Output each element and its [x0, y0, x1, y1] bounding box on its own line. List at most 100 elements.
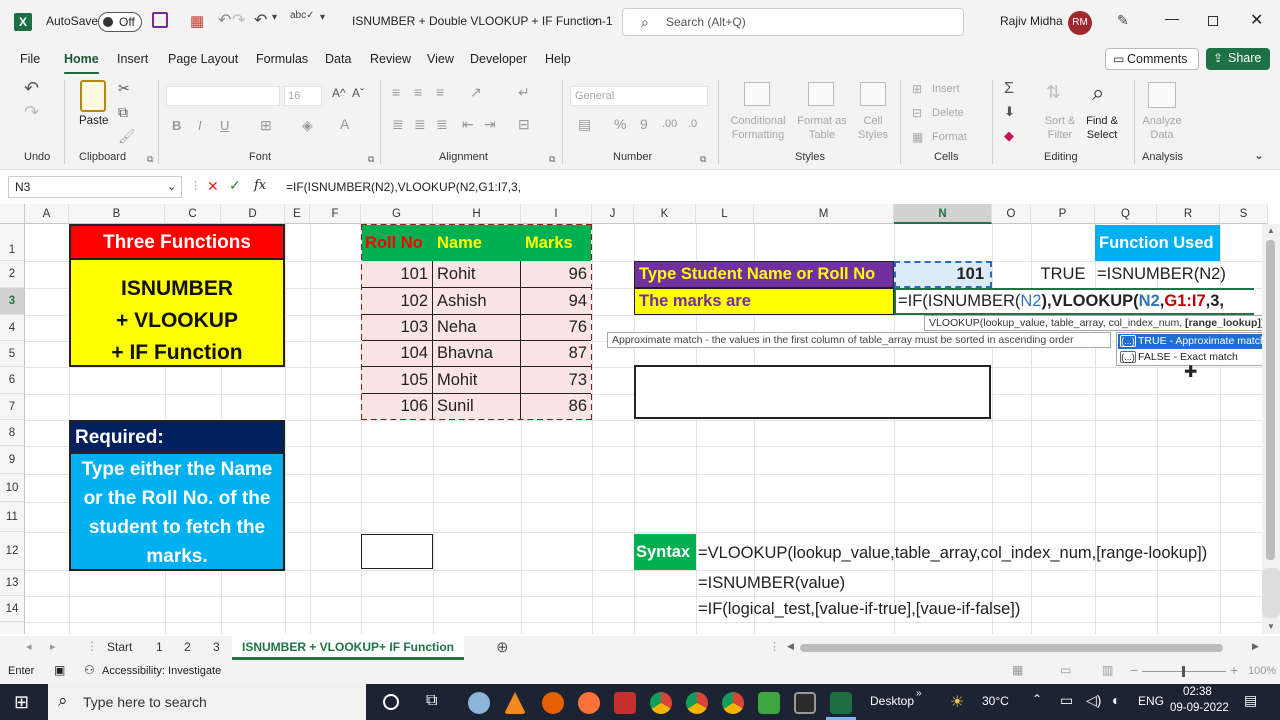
column-header-g[interactable]: G [361, 204, 433, 224]
align-center-icon[interactable]: ≣ [414, 116, 426, 133]
accessibility-icon[interactable]: ⚇ [84, 663, 95, 677]
column-header-i[interactable]: I [521, 204, 592, 224]
language[interactable]: ENG [1138, 694, 1164, 708]
clock-date[interactable]: 09-09-2022 [1170, 702, 1229, 714]
column-header-e[interactable]: E [285, 204, 310, 224]
insert-function-icon[interactable]: fx [254, 178, 266, 193]
orientation-icon[interactable]: ↗ [470, 84, 482, 101]
row-header-5[interactable]: 5 [0, 341, 25, 367]
insert-cells-label[interactable]: Insert [932, 83, 960, 95]
dropdown-icon[interactable]: ▾ [272, 12, 277, 23]
option-true[interactable]: (...) TRUE - Approximate match [1118, 334, 1266, 349]
sheet-tab-2[interactable]: 2 [184, 640, 191, 654]
column-header-d[interactable]: D [221, 204, 285, 224]
clock-time[interactable]: 02:38 [1183, 686, 1212, 698]
undo2-icon[interactable]: ↶ [254, 10, 267, 30]
table-cell-roll[interactable]: 101 [362, 261, 433, 288]
add-sheet-icon[interactable]: ⊕ [496, 638, 509, 656]
merge-icon[interactable]: ⊟ [518, 116, 530, 133]
menu-file[interactable]: File [20, 52, 40, 66]
menu-home[interactable]: Home [64, 52, 99, 75]
menu-formulas[interactable]: Formulas [256, 52, 308, 66]
scroll-down-icon[interactable]: ▼ [1267, 622, 1275, 631]
menu-review[interactable]: Review [370, 52, 411, 66]
autosave-toggle[interactable]: Off [98, 12, 142, 32]
table-cell-roll[interactable]: 105 [362, 367, 433, 394]
comma-icon[interactable]: 9 [640, 116, 648, 132]
column-header-s[interactable]: S [1220, 204, 1268, 224]
column-header-b[interactable]: B [69, 204, 165, 224]
empty-cell-box[interactable] [361, 534, 433, 569]
increase-font-icon[interactable]: A^ [332, 86, 346, 100]
excel-taskbar-icon[interactable] [830, 692, 852, 714]
indent-decrease-icon[interactable]: ⇤ [462, 116, 474, 133]
network-icon[interactable]: ▭ [1060, 692, 1073, 709]
cell-styles-icon[interactable] [860, 82, 886, 106]
font-color-icon[interactable]: A [340, 116, 349, 132]
currency-icon[interactable]: ▤ [578, 116, 591, 133]
user-name[interactable]: Rajiv Midha [1000, 14, 1063, 28]
notifications-icon[interactable]: ▤ [1244, 692, 1257, 709]
temperature[interactable]: 30°C [982, 694, 1009, 708]
zoom-slider-thumb[interactable] [1182, 666, 1185, 677]
ime-icon[interactable]: ◐ [1112, 692, 1120, 708]
row-header-1[interactable]: 1 [0, 224, 25, 261]
normal-view-icon[interactable]: ▦ [1012, 663, 1023, 677]
sheet-tabs-more-icon[interactable]: ⋮ [86, 639, 98, 653]
camtasia-icon[interactable] [758, 692, 780, 714]
column-header-o[interactable]: O [992, 204, 1031, 224]
conditional-formatting-label[interactable]: Conditional Formatting [726, 114, 790, 142]
task-view-icon[interactable]: ⧉ [426, 692, 437, 710]
close-icon[interactable]: ✕ [1250, 10, 1263, 30]
alignment-launcher-icon[interactable]: ⧉ [549, 154, 555, 165]
align-right-icon[interactable]: ≣ [436, 116, 448, 133]
firefox-icon[interactable] [542, 692, 564, 714]
desktop-label[interactable]: Desktop [870, 694, 914, 708]
app-icon-1[interactable] [468, 692, 490, 714]
zoom-out-icon[interactable]: − [1130, 662, 1138, 678]
menu-view[interactable]: View [427, 52, 454, 66]
cut-icon[interactable]: ✂ [118, 80, 130, 97]
share-button[interactable]: ⇪ Share [1206, 48, 1270, 70]
conditional-formatting-icon[interactable] [744, 82, 770, 106]
scroll-thumb[interactable] [1266, 240, 1275, 560]
format-cells-icon[interactable]: ▦ [912, 130, 923, 144]
table-cell-marks[interactable]: 96 [521, 261, 591, 288]
delete-cells-icon[interactable]: ⊟ [912, 106, 922, 120]
row-header-15[interactable] [0, 622, 25, 634]
cancel-entry-icon[interactable]: ✕ [207, 178, 219, 195]
align-bottom-icon[interactable]: ≡ [436, 84, 444, 100]
taskbar-search[interactable]: ⌕ Type here to search [48, 684, 366, 720]
restore-icon[interactable] [1208, 16, 1218, 26]
fill-color-icon[interactable]: ◈ [302, 117, 313, 134]
number-format-field[interactable]: General [570, 86, 708, 106]
column-header-r[interactable]: R [1157, 204, 1220, 224]
wrap-text-icon[interactable]: ↵ [518, 84, 530, 101]
search-box[interactable]: ⌕ Search (Alt+Q) [622, 8, 964, 36]
decrease-decimal-icon[interactable]: .0 [688, 118, 697, 130]
ribbon-redo-icon[interactable]: ↷ [24, 102, 39, 123]
table-cell-name[interactable]: Neha [433, 315, 521, 341]
sheet-tab-start[interactable]: Start [107, 640, 132, 654]
paste-icon[interactable] [80, 80, 106, 112]
avatar[interactable]: RM [1068, 11, 1092, 35]
table-cell-name[interactable]: Ashish [433, 288, 521, 315]
desktop-chevron-icon[interactable]: » [916, 688, 922, 699]
font-name-field[interactable] [166, 86, 280, 106]
row-header-14[interactable]: 14 [0, 596, 25, 622]
vertical-scrollbar[interactable]: ▲ ▼ [1262, 224, 1280, 634]
column-header-a[interactable]: A [25, 204, 69, 224]
column-header-l[interactable]: L [696, 204, 754, 224]
row-header-6[interactable]: 6 [0, 367, 25, 394]
spreadsheet-grid[interactable]: A B C D E F G H I J K L M N O P Q R S 1 … [0, 204, 1268, 634]
table-cell-name[interactable]: Bhavna [433, 341, 521, 367]
prev-sheet-icon[interactable]: ◂ [26, 640, 32, 653]
select-all-corner[interactable] [0, 204, 25, 224]
zoom-level[interactable]: 100% [1248, 665, 1276, 677]
align-middle-icon[interactable]: ≡ [414, 84, 422, 100]
insert-cells-icon[interactable]: ⊞ [912, 82, 922, 96]
collapse-ribbon-icon[interactable]: ⌄ [1254, 148, 1264, 162]
table-cell-name[interactable]: Sunil [433, 394, 521, 419]
chrome-icon-2[interactable] [686, 692, 708, 714]
format-as-table-label[interactable]: Format as Table [796, 114, 848, 142]
